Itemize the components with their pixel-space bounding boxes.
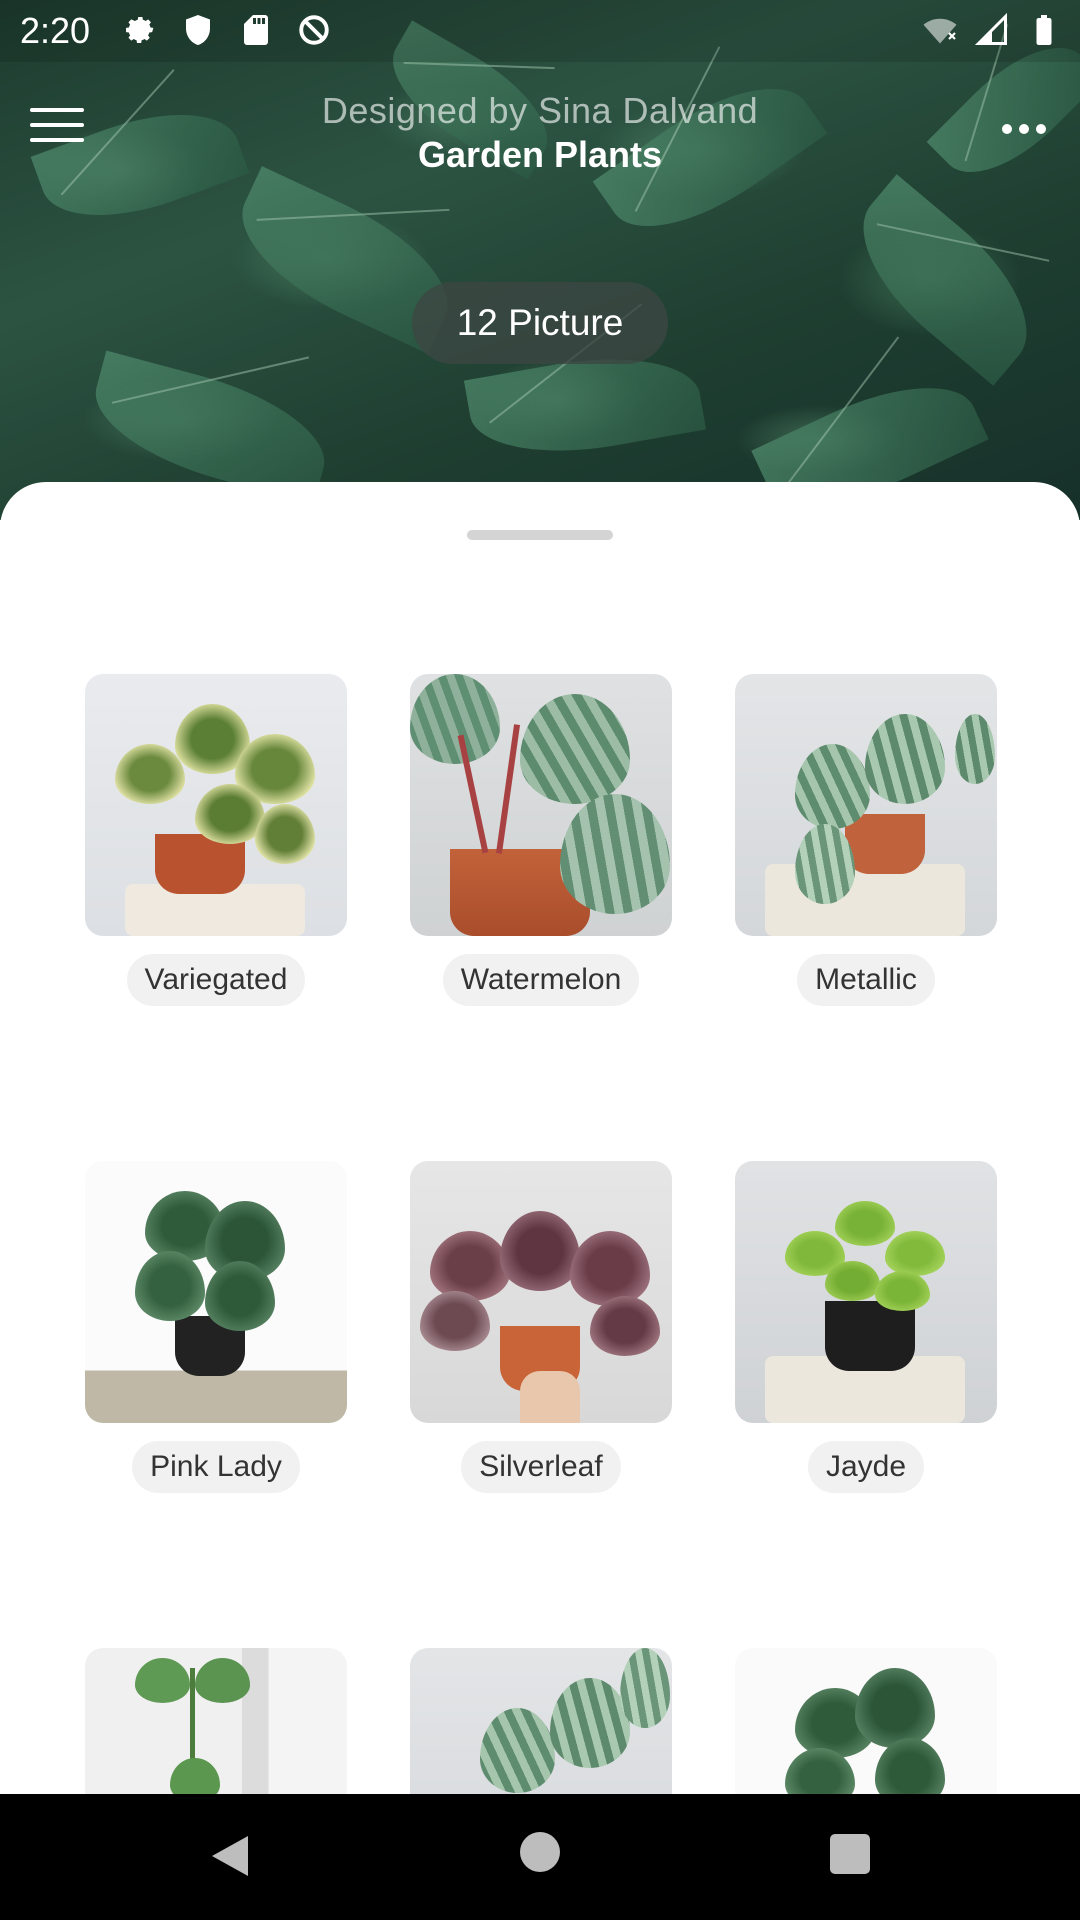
leaf	[855, 1668, 935, 1748]
plant-label: Metallic	[797, 954, 935, 1006]
more-dot-icon	[1019, 124, 1029, 134]
plant-card-row3-3[interactable]	[735, 1648, 997, 1794]
leaf	[480, 1708, 555, 1793]
home-icon[interactable]	[520, 1832, 560, 1872]
plant-image[interactable]	[735, 1161, 997, 1423]
app-title: Garden Plants	[417, 134, 663, 175]
leaf	[560, 794, 670, 914]
plant-card-silverleaf[interactable]: Silverleaf	[410, 1161, 672, 1493]
plant-label: Watermelon	[442, 954, 640, 1006]
gear-icon	[126, 16, 154, 44]
leaf	[875, 1271, 930, 1311]
shield-icon	[186, 15, 210, 45]
app-subtitle: Designed by Sina Dalvand	[321, 90, 759, 131]
sd-card-icon	[244, 15, 268, 45]
plant-label: Silverleaf	[461, 1441, 621, 1493]
leaf	[865, 714, 945, 804]
leaf	[550, 1678, 630, 1768]
leaf	[430, 1231, 510, 1301]
plant-label: Pink Lady	[132, 1441, 300, 1493]
plant-image[interactable]	[85, 1161, 347, 1423]
app-title-block: Designed by Sina Dalvand Garden Plants	[0, 90, 1080, 176]
plant-grid: Variegated Watermelon Metallic Pink Lady…	[0, 482, 1080, 1794]
leaf	[570, 1231, 650, 1306]
leaf	[795, 744, 870, 829]
pot	[825, 1301, 915, 1371]
plant-card-metallic[interactable]: Metallic	[735, 674, 997, 1006]
plant-image[interactable]	[410, 674, 672, 936]
plant-label: Variegated	[126, 954, 306, 1006]
picture-count-badge: 12 Picture	[412, 282, 668, 364]
plant-label: Jayde	[807, 1441, 925, 1493]
plant-image[interactable]	[85, 674, 347, 936]
leaf	[410, 674, 500, 764]
wifi-off-icon	[923, 18, 957, 44]
more-dot-icon	[1002, 124, 1012, 134]
plant-card-row3-1[interactable]	[85, 1648, 347, 1794]
leaf	[620, 1648, 670, 1728]
leaf	[255, 804, 315, 864]
leaf	[115, 744, 185, 804]
data-saver-icon	[299, 15, 329, 45]
leaf-decoration	[832, 174, 1058, 386]
plant-card-jayde[interactable]: Jayde	[735, 1161, 997, 1493]
plant-image[interactable]	[410, 1648, 672, 1794]
plant-card-pink-lady[interactable]: Pink Lady	[85, 1161, 347, 1493]
gallery-sheet[interactable]: Variegated Watermelon Metallic Pink Lady…	[0, 482, 1080, 1794]
header-background: 2:20 Designed by Sina Dalvand Garden Pla…	[0, 0, 1080, 533]
plant-image[interactable]	[410, 1161, 672, 1423]
leaf	[170, 1758, 220, 1794]
more-options-button[interactable]	[1002, 124, 1046, 134]
more-dot-icon	[1036, 124, 1046, 134]
plant-image[interactable]	[735, 674, 997, 936]
stem	[495, 724, 521, 854]
plant-image[interactable]	[735, 1648, 997, 1794]
leaf	[955, 714, 995, 784]
leaf	[835, 1201, 895, 1246]
leaf	[500, 1211, 580, 1291]
plant-card-watermelon[interactable]: Watermelon	[410, 674, 672, 1006]
navigation-bar	[0, 1794, 1080, 1920]
leaf	[520, 694, 630, 804]
hand	[520, 1371, 580, 1423]
plant-image[interactable]	[85, 1648, 347, 1794]
leaf	[825, 1261, 880, 1301]
pot	[845, 814, 925, 874]
status-time: 2:20	[20, 10, 91, 51]
leaf	[195, 1658, 250, 1703]
status-bar: 2:20	[0, 0, 1080, 62]
back-icon[interactable]	[210, 1834, 250, 1878]
plant-card-row3-2[interactable]	[410, 1648, 672, 1794]
plant-card-variegated[interactable]: Variegated	[85, 674, 347, 1006]
leaf	[135, 1658, 190, 1703]
leaf	[590, 1296, 660, 1356]
recents-icon[interactable]	[830, 1834, 870, 1874]
leaf	[885, 1231, 945, 1276]
leaf	[135, 1251, 205, 1321]
battery-icon	[1036, 15, 1052, 45]
signal-icon	[974, 12, 1007, 45]
